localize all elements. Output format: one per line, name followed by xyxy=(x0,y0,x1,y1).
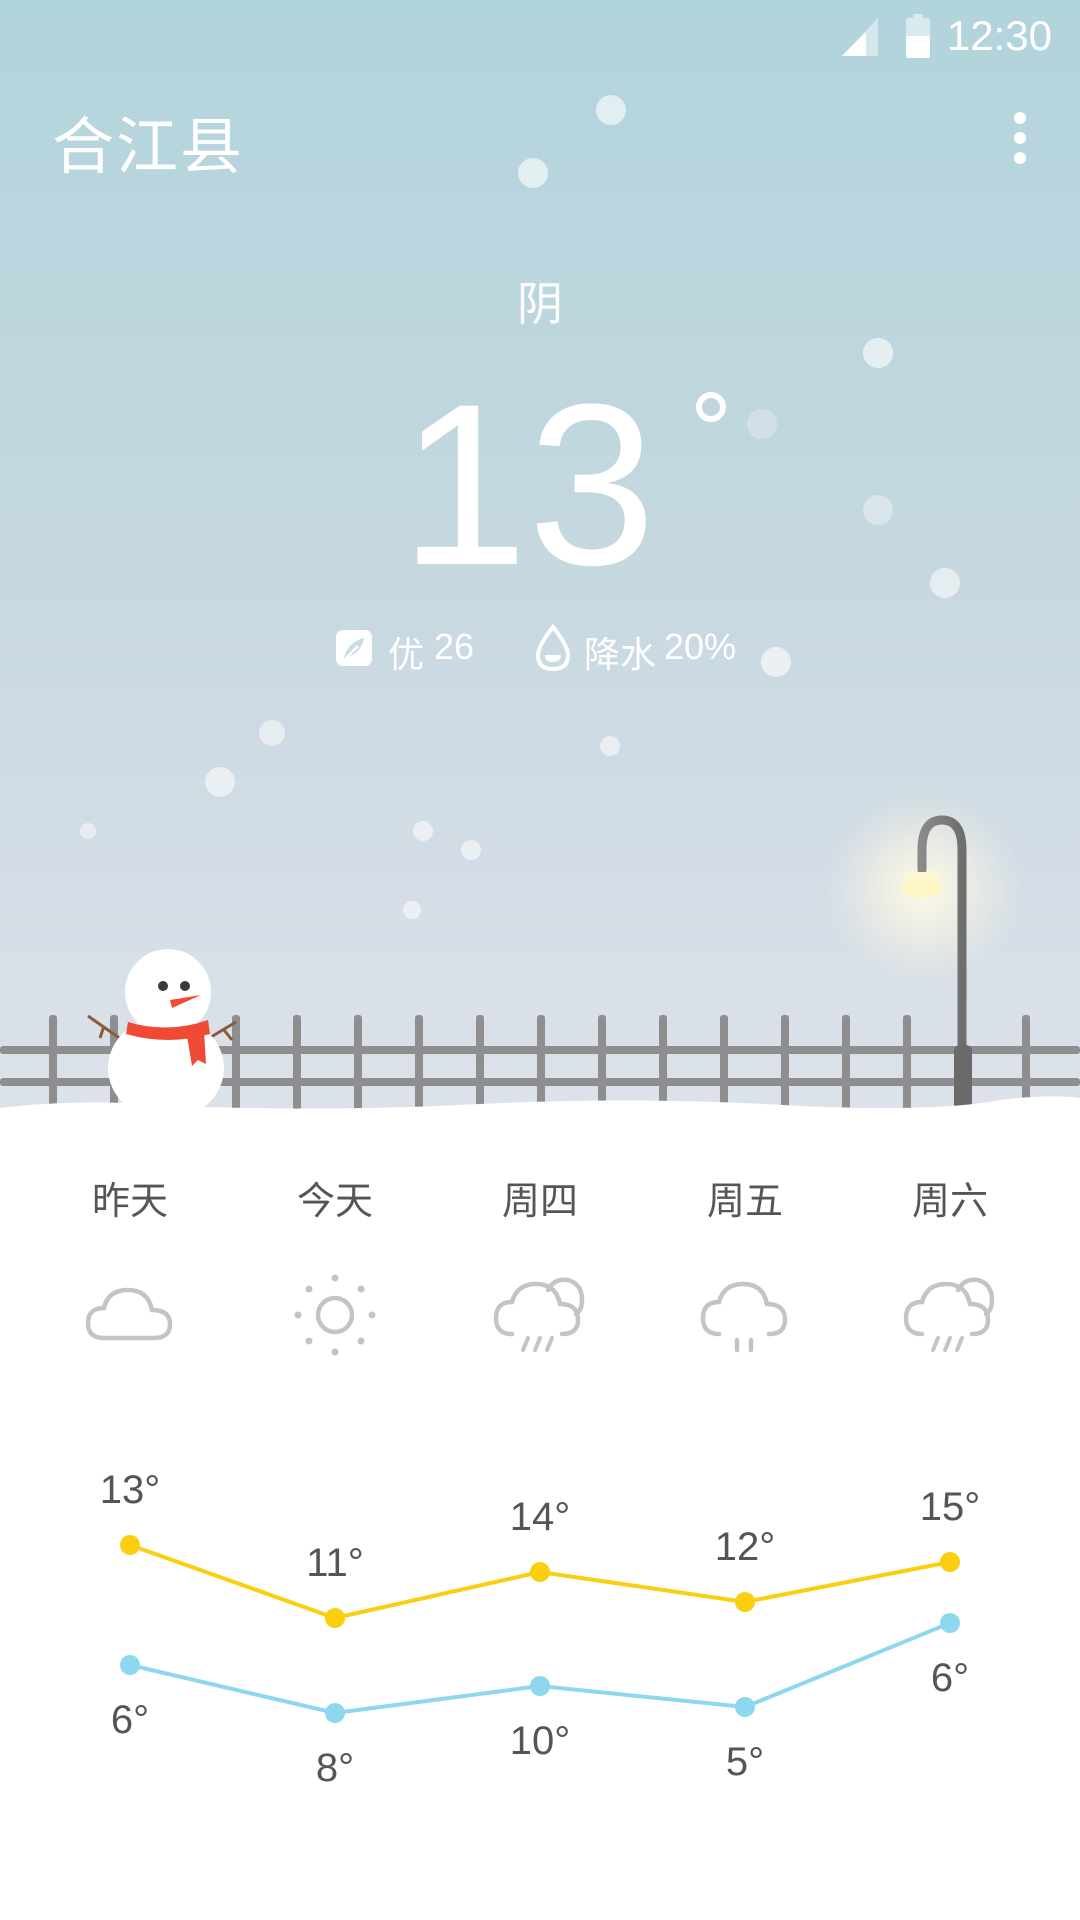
rain-cloud-icon xyxy=(903,1277,995,1352)
low-temp-point xyxy=(940,1613,960,1633)
high-temp-point xyxy=(120,1535,140,1555)
low-temp-point xyxy=(735,1697,755,1717)
more-options-icon[interactable] xyxy=(1006,108,1034,168)
drizzle-icon xyxy=(700,1281,788,1353)
low-temp-label: 8° xyxy=(316,1746,354,1790)
forecast-day-label[interactable]: 今天 xyxy=(255,1170,415,1225)
low-temp-label: 6° xyxy=(111,1698,149,1742)
low-temp-label: 6° xyxy=(931,1656,969,1700)
high-temp-label: 11° xyxy=(306,1541,364,1585)
sun-icon xyxy=(294,1274,376,1356)
high-temp-point xyxy=(940,1552,960,1572)
forecast-day-label[interactable]: 周五 xyxy=(665,1170,825,1225)
high-temp-point xyxy=(530,1562,550,1582)
weather-hero: 12:30 合江县 阴 13 优 26 降水 20% xyxy=(0,0,1080,1110)
low-temp-point xyxy=(325,1703,345,1723)
forecast-day-label[interactable]: 昨天 xyxy=(50,1170,210,1225)
status-bar: 12:30 xyxy=(660,0,1080,74)
precip-label: 降水 xyxy=(584,635,657,676)
low-temp-point xyxy=(120,1655,140,1675)
cloud-icon xyxy=(85,1287,173,1341)
city-name[interactable]: 合江县 xyxy=(52,96,244,186)
battery-icon xyxy=(906,14,930,58)
high-temp-label: 15° xyxy=(920,1485,981,1529)
weather-condition: 阴 xyxy=(517,277,563,331)
raindrop-icon xyxy=(535,624,571,672)
high-temp-label: 13° xyxy=(100,1468,161,1512)
weather-screen: 12:30 合江县 阴 13 优 26 降水 20% 昨天 今天 周四 周五 周… xyxy=(0,0,1080,1920)
low-temp-point xyxy=(530,1676,550,1696)
high-temp-label: 12° xyxy=(715,1525,776,1569)
temperature-chart: 13° 11° 14° 12° 15° 6° 8° 10° 5° 6° xyxy=(100,1468,981,1790)
aqi-label: 优 xyxy=(388,635,425,676)
precip-value: 20% xyxy=(664,626,737,667)
degree-icon xyxy=(696,392,726,422)
aqi-value: 26 xyxy=(434,626,475,667)
high-temp-label: 14° xyxy=(510,1495,571,1539)
air-quality-and-precip: 优 26 降水 20% xyxy=(0,622,1080,678)
low-temp-line xyxy=(129,1621,951,1716)
high-temp-point xyxy=(325,1608,345,1628)
status-time: 12:30 xyxy=(946,12,1052,59)
low-temp-label: 10° xyxy=(510,1719,571,1763)
signal-icon xyxy=(842,18,878,56)
low-temp-label: 5° xyxy=(726,1740,764,1784)
leaf-icon xyxy=(336,630,372,666)
current-temperature: 13 xyxy=(400,356,656,613)
high-temp-point xyxy=(735,1592,755,1612)
forecast-day-label[interactable]: 周四 xyxy=(460,1170,620,1225)
forecast-day-label[interactable]: 周六 xyxy=(870,1170,1030,1225)
rain-cloud-icon xyxy=(493,1277,585,1352)
